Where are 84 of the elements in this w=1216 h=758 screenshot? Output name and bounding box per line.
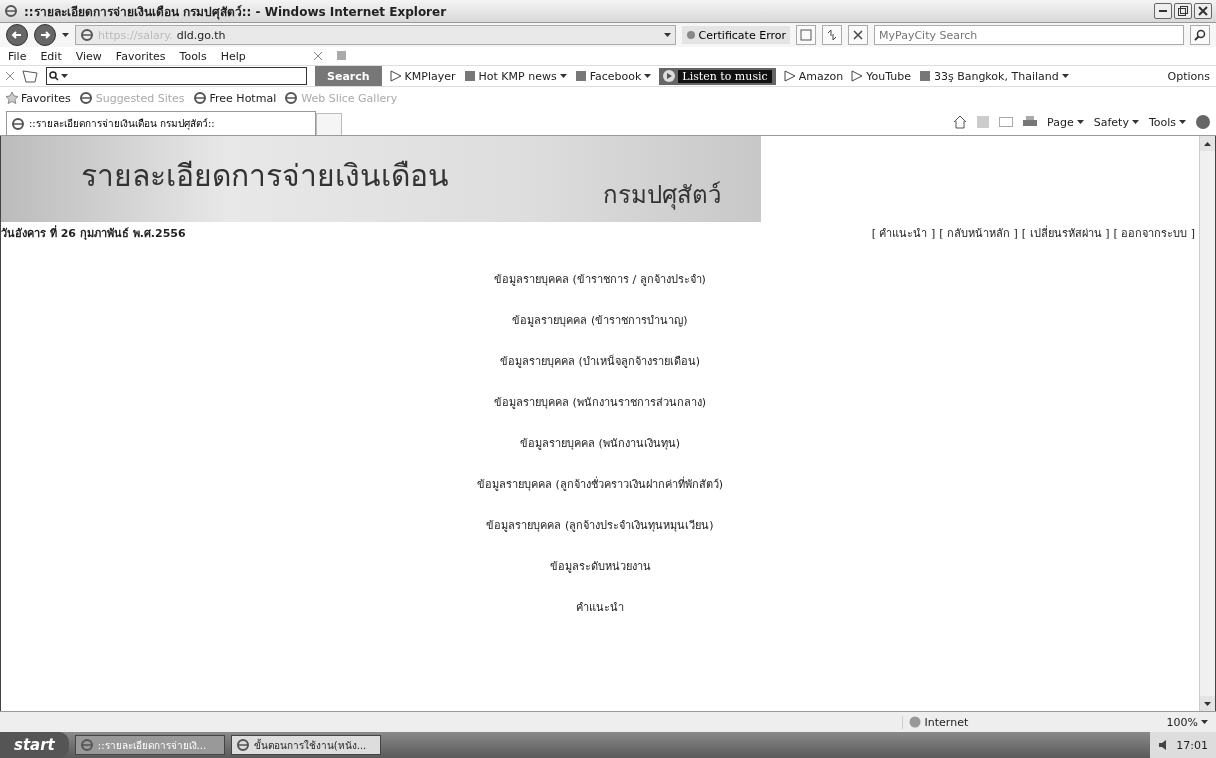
start-button[interactable]: start xyxy=(0,732,69,758)
search-icon xyxy=(49,71,59,81)
menu-link[interactable]: ข้อมูลระดับหน่วยงาน xyxy=(549,557,651,575)
minimize-button[interactable] xyxy=(1154,3,1172,19)
department-name: กรมปศุสัตว์ xyxy=(603,180,721,212)
caret-icon xyxy=(1076,120,1084,124)
menu-item[interactable]: View xyxy=(75,49,102,63)
caret-icon xyxy=(1179,120,1186,124)
caret-icon xyxy=(559,74,567,78)
stop-button[interactable] xyxy=(848,25,868,45)
left-arrow-icon xyxy=(11,29,23,41)
play-icon xyxy=(389,70,402,82)
window-title: ::รายละเอียดการจ่ายเงินเดือน กรมปศุสัตว์:: - Windows Internet Explorer xyxy=(24,3,447,21)
command-menu[interactable]: Tools xyxy=(1148,115,1186,129)
caret-icon xyxy=(62,33,69,37)
scrollbar[interactable] xyxy=(1199,136,1215,711)
back-button[interactable] xyxy=(6,24,28,46)
music-link[interactable]: Listen to music xyxy=(678,69,772,83)
browser-tab[interactable]: ::รายละเอียดการจ่ายเงินเดือน กรมปศุสัตว์:: xyxy=(6,111,316,135)
menu-link[interactable]: ข้อมูลรายบุคคล (พนักงานราชการส่วนกลาง) xyxy=(493,393,707,411)
restore-icon xyxy=(1178,6,1188,16)
search-button[interactable] xyxy=(1190,25,1210,45)
toolbar-link[interactable]: Amazon xyxy=(783,69,844,83)
clock: 17:01 xyxy=(1176,738,1208,752)
close-icon xyxy=(1198,6,1208,16)
close-icon[interactable] xyxy=(313,52,322,60)
caret-icon xyxy=(663,33,671,37)
menu-link[interactable]: ข้อมูลรายบุคคล (ข้าราชการบำนาญ) xyxy=(512,311,688,329)
stop-icon xyxy=(853,30,863,40)
toolbar-link[interactable]: Facebook xyxy=(574,69,652,83)
menu-link[interactable]: ข้อมูลรายบุคคล (พนักงานเงินทุน) xyxy=(519,434,681,452)
search-icon xyxy=(1194,29,1206,41)
caret-icon xyxy=(1061,74,1069,78)
toolbar-link[interactable]: KMPlayer xyxy=(389,69,456,83)
minimize-icon xyxy=(1159,10,1167,12)
right-arrow-icon xyxy=(39,29,51,41)
banner-title: รายละเอียดการจ่ายเงินเดือน xyxy=(81,156,449,195)
menu-link[interactable]: ข้อมูลรายบุคคล (ลูกจ้างชั่วคราวเงินฝากค่าที่พักสัตว์) xyxy=(476,475,724,493)
nav-link[interactable]: [ กลับหน้าหลัก ] xyxy=(939,224,1018,242)
caret-icon xyxy=(1201,720,1208,724)
zone-text: Internet xyxy=(924,715,969,729)
menu-item[interactable]: File xyxy=(8,49,27,63)
favorites-button[interactable]: Favorites xyxy=(6,91,71,105)
options-button[interactable]: Options xyxy=(1167,69,1210,83)
play-icon[interactable] xyxy=(663,70,676,82)
menu-link[interactable]: ข้อมูลรายบุคคล (บำเหน็จลูกจ้างรายเดือน) xyxy=(499,352,701,370)
favorites-link[interactable]: Free Hotmal xyxy=(192,91,277,105)
toolbar-link[interactable]: 33ş Bangkok, Thailand xyxy=(918,69,1069,83)
search-field[interactable]: MyPayCity Search xyxy=(874,25,1184,45)
forward-button[interactable] xyxy=(34,24,56,46)
star-icon xyxy=(6,92,18,104)
close-icon[interactable] xyxy=(6,72,14,80)
certificate-error-button[interactable]: Certificate Error xyxy=(681,26,790,44)
caret-icon xyxy=(61,74,68,78)
ask-search-field[interactable] xyxy=(46,67,307,85)
toolbar-link[interactable]: YouTube xyxy=(851,69,911,83)
restore-button[interactable] xyxy=(1174,3,1192,19)
close-button[interactable] xyxy=(1194,3,1212,19)
date-text: วันอังคาร ที่ 26 กุมภาพันธ์ พ.ศ.2556 xyxy=(1,224,186,242)
menu-item[interactable]: Help xyxy=(220,49,246,63)
menu-link[interactable]: คำแนะนำ xyxy=(576,598,624,616)
caret-icon xyxy=(1131,120,1139,124)
nav-link[interactable]: [ คำแนะนำ ] xyxy=(871,224,936,242)
scroll-up-icon[interactable] xyxy=(1204,141,1211,146)
menu-item[interactable]: Favorites xyxy=(115,49,166,63)
command-menu[interactable]: Safety xyxy=(1093,115,1139,129)
nav-link[interactable]: [ เปลี่ยนรหัสผ่าน ] xyxy=(1021,224,1110,242)
play-icon xyxy=(851,70,864,82)
refresh-icon xyxy=(826,29,838,41)
menu-link[interactable]: ข้อมูลรายบุคคล (ข้าราชการ / ลูกจ้างประจำ) xyxy=(494,270,706,288)
menu-item[interactable]: Tools xyxy=(179,49,207,63)
menu-link[interactable]: ข้อมูลรายบุคคล (ลูกจ้างประจำเงินทุนหมุนเวียน) xyxy=(486,516,714,534)
scroll-down-icon[interactable] xyxy=(1204,701,1211,706)
play-icon xyxy=(783,70,796,82)
nav-link[interactable]: [ ออกจากระบบ ] xyxy=(1113,224,1195,242)
ask-search-button[interactable]: Search xyxy=(315,66,382,86)
caret-icon xyxy=(644,74,652,78)
toolbar-link[interactable]: Hot KMP news xyxy=(463,69,567,83)
zoom-button[interactable]: 100% xyxy=(1166,715,1208,729)
command-menu[interactable]: Page xyxy=(1047,115,1084,129)
print-icon[interactable] xyxy=(1023,116,1038,128)
taskbar-button[interactable]: ขั้นตอนการใช้งาน(หนัง... xyxy=(230,735,381,755)
home-icon[interactable] xyxy=(953,115,968,129)
menu-item[interactable]: Edit xyxy=(40,49,62,63)
